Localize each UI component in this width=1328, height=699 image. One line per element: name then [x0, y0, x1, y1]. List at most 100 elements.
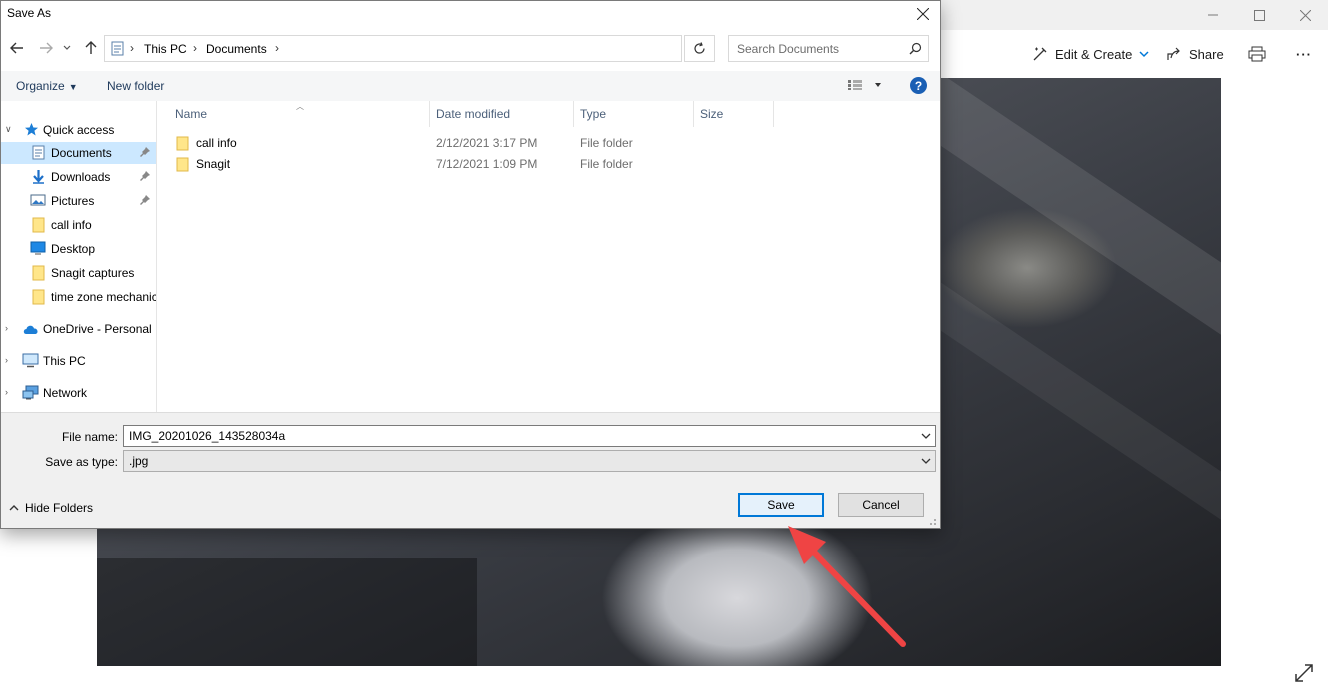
command-bar: Organize ▼ New folder ?	[1, 71, 940, 101]
column-divider[interactable]	[773, 101, 774, 127]
refresh-icon	[694, 42, 705, 54]
search-placeholder: Search Documents	[737, 42, 840, 56]
organize-button[interactable]: Organize ▼	[16, 79, 78, 93]
nav-item-label: Snagit captures	[51, 266, 135, 280]
column-divider[interactable]	[573, 101, 574, 127]
close-icon	[917, 8, 929, 20]
maximize-icon	[1253, 9, 1265, 21]
save-type-value: .jpg	[129, 454, 149, 468]
breadcrumb-separator: ›	[130, 41, 134, 55]
nav-item-snagit-captures[interactable]: Snagit captures	[1, 262, 156, 284]
nav-item-quick-access[interactable]: ∨ Quick access	[1, 119, 156, 141]
up-button[interactable]	[82, 39, 100, 57]
nav-item-label: Desktop	[51, 242, 96, 256]
breadcrumb-this-pc[interactable]: This PC	[144, 42, 187, 56]
folder-icon	[32, 289, 45, 305]
back-button[interactable]	[8, 39, 26, 57]
minimize-icon	[1208, 14, 1218, 16]
file-type: File folder	[580, 136, 633, 150]
column-header-type[interactable]: Type	[580, 107, 606, 121]
edit-create-icon	[1033, 47, 1047, 61]
print-button[interactable]	[1248, 42, 1266, 66]
help-button[interactable]: ?	[910, 77, 927, 94]
file-list: ︿ Name Date modified Type Size call info…	[158, 101, 940, 412]
share-button[interactable]: Share	[1166, 42, 1224, 66]
network-icon	[22, 385, 39, 400]
folder-icon	[176, 136, 189, 151]
nav-item-time-zone-mechanic[interactable]: time zone mechanic	[1, 286, 156, 308]
pin-icon[interactable]	[139, 146, 151, 158]
computer-icon	[22, 353, 39, 368]
edit-create-label: Edit & Create	[1055, 46, 1133, 62]
nav-item-network[interactable]: › Network	[1, 382, 156, 404]
hide-folders-button[interactable]: Hide Folders	[9, 501, 93, 515]
minimize-button[interactable]	[1190, 0, 1236, 30]
pin-icon[interactable]	[139, 194, 151, 206]
refresh-button[interactable]	[684, 35, 715, 62]
chevron-down-icon	[1139, 51, 1149, 58]
save-button[interactable]: Save	[738, 493, 824, 517]
organize-label: Organize	[16, 79, 65, 93]
file-row[interactable]: Snagit 7/12/2021 1:09 PM File folder	[172, 154, 792, 174]
nav-item-label: Documents	[51, 146, 112, 160]
nav-item-onedrive[interactable]: › OneDrive - Personal	[1, 318, 156, 340]
navigation-pane: ∨ Quick access Documents Downloads Pictu…	[1, 101, 157, 412]
nav-item-label: Pictures	[51, 194, 95, 208]
dialog-title: Save As	[7, 6, 52, 20]
address-bar[interactable]: › This PC › Documents ›	[104, 35, 778, 62]
edit-create-button[interactable]: Edit & Create	[1032, 42, 1149, 66]
recent-locations-button[interactable]	[61, 39, 73, 57]
expand-icon[interactable]: ›	[5, 355, 8, 365]
dialog-close-button[interactable]	[906, 1, 940, 27]
nav-item-call-info[interactable]: call info	[1, 214, 156, 236]
chevron-down-icon[interactable]	[921, 431, 931, 441]
expand-icon[interactable]: ›	[5, 323, 8, 333]
forward-button[interactable]	[37, 39, 55, 57]
change-view-button[interactable]	[847, 79, 887, 94]
column-header-size[interactable]: Size	[700, 107, 723, 121]
pin-icon[interactable]	[139, 170, 151, 182]
chevron-up-icon	[9, 505, 19, 511]
column-divider[interactable]	[693, 101, 694, 127]
save-type-select[interactable]: .jpg	[123, 450, 936, 472]
folder-icon	[32, 217, 45, 233]
cancel-button[interactable]: Cancel	[838, 493, 924, 517]
nav-item-documents[interactable]: Documents	[1, 142, 156, 164]
expand-icon[interactable]	[1293, 662, 1315, 684]
file-date-modified: 7/12/2021 1:09 PM	[436, 157, 538, 171]
column-header-name[interactable]: Name	[175, 107, 207, 121]
nav-item-desktop[interactable]: Desktop	[1, 238, 156, 260]
file-row[interactable]: call info 2/12/2021 3:17 PM File folder	[172, 133, 792, 153]
file-name-input[interactable]: IMG_20201026_143528034a	[123, 425, 936, 447]
save-as-dialog: Save As › This PC › Documents › Search D…	[0, 0, 941, 529]
file-name: Snagit	[196, 157, 231, 171]
file-name: call info	[196, 136, 237, 150]
column-divider[interactable]	[429, 101, 430, 127]
nav-item-label: OneDrive - Personal	[43, 322, 152, 336]
more-label: ···	[1296, 46, 1312, 62]
share-icon	[1167, 47, 1180, 60]
breadcrumb-documents[interactable]: Documents	[206, 42, 267, 56]
nav-item-label: Network	[43, 386, 88, 400]
collapse-icon[interactable]: ∨	[5, 124, 12, 135]
breadcrumb-separator: ›	[275, 41, 279, 55]
download-arrow-icon	[33, 170, 44, 184]
expand-icon[interactable]: ›	[5, 387, 8, 397]
nav-item-downloads[interactable]: Downloads	[1, 166, 156, 188]
file-date-modified: 2/12/2021 3:17 PM	[436, 136, 538, 150]
nav-item-label: call info	[51, 218, 92, 232]
resize-grip-icon[interactable]	[927, 516, 937, 526]
nav-item-pictures[interactable]: Pictures	[1, 190, 156, 212]
star-icon	[25, 123, 38, 136]
column-header-date-modified[interactable]: Date modified	[436, 107, 510, 121]
search-icon	[909, 42, 922, 55]
more-options-button[interactable]: ···	[1296, 42, 1312, 66]
arrow-up-icon	[85, 41, 97, 54]
search-box[interactable]: Search Documents	[728, 35, 929, 62]
caret-down-icon: ▼	[68, 82, 78, 92]
nav-item-this-pc[interactable]: › This PC	[1, 350, 156, 372]
file-name-label: File name:	[61, 430, 118, 444]
window-close-button[interactable]	[1282, 0, 1328, 30]
maximize-button[interactable]	[1236, 0, 1282, 30]
new-folder-button[interactable]: New folder	[107, 79, 164, 93]
